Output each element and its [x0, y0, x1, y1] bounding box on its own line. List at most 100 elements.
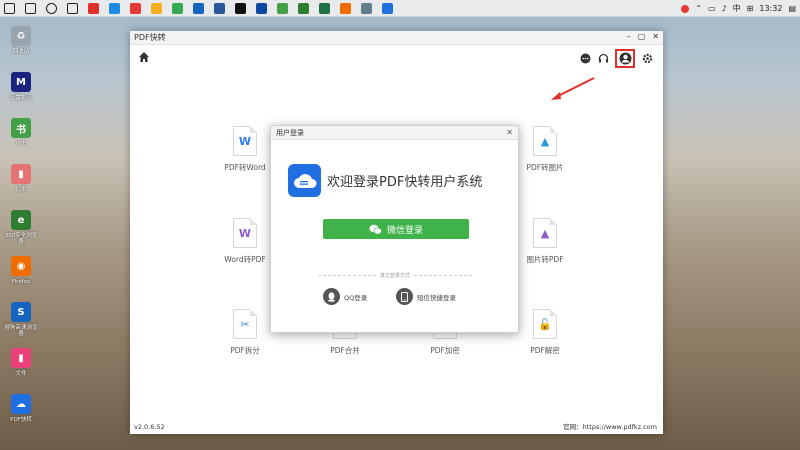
start-icon[interactable] — [4, 2, 15, 14]
desktop-icon-label: 小书 — [15, 141, 27, 147]
tool-item[interactable]: ▲ PDF转图片 — [510, 126, 580, 173]
minimize-button[interactable]: – — [627, 32, 631, 41]
document-icon: W — [233, 218, 257, 248]
tool-item[interactable]: ▲ 图片转PDF — [510, 218, 580, 265]
desktop-app-icon: ▮ — [11, 348, 31, 368]
other-login-text: 其它登录方式 — [380, 272, 411, 279]
desktop-icon[interactable]: ◉ Firefox — [4, 252, 38, 298]
app-qq-icon[interactable] — [235, 2, 246, 14]
app-toolbar — [130, 45, 663, 71]
ime-indicator[interactable]: 中 — [733, 3, 741, 14]
phone-icon — [396, 288, 413, 305]
task-view-icon[interactable] — [67, 2, 78, 14]
volume-icon[interactable]: ♪ — [722, 4, 727, 13]
tool-label: PDF转Word — [224, 163, 266, 172]
gear-icon[interactable] — [641, 53, 653, 65]
other-login-divider: 其它登录方式 — [318, 271, 473, 279]
annotation-arrow-icon — [551, 77, 595, 100]
qq-login-label: QQ登录 — [344, 293, 368, 302]
desktop-icon[interactable]: M 迅雷影音 — [4, 68, 38, 114]
sms-login-label: 短信快捷登录 — [417, 293, 456, 302]
desktop-icon-label: 记本 — [15, 187, 27, 193]
window-titlebar[interactable]: PDF快转 – ▢ ✕ — [130, 31, 663, 45]
tool-glyph: ✂ — [240, 317, 250, 331]
website-label[interactable]: 官网：https://www.pdfkz.com — [563, 421, 657, 431]
tool-glyph: W — [238, 134, 252, 148]
app-wechat-icon[interactable] — [298, 2, 309, 14]
sms-login-button[interactable]: 短信快捷登录 — [396, 288, 456, 305]
document-icon: ✂ — [233, 309, 257, 339]
desktop-icon-label: 360安全浏览器 — [4, 233, 38, 246]
tool-label: 图片转PDF — [526, 255, 564, 264]
wechat-login-button[interactable]: 微信登录 — [323, 219, 469, 239]
desktop-app-icon: ☁ — [11, 394, 31, 414]
app-blue-icon[interactable] — [193, 2, 204, 14]
app-orange-icon[interactable] — [340, 2, 351, 14]
cloud-logo-icon — [288, 164, 321, 197]
user-icon — [619, 52, 631, 65]
tool-glyph: W — [238, 226, 252, 240]
network-icon[interactable]: ▭ — [708, 4, 716, 13]
desktop-app-icon: ▮ — [11, 164, 31, 184]
login-dialog: 用户登录 ✕ 欢迎登录PDF快转用户系统 微信登录 其它登录方式 QQ登录 短信… — [270, 125, 519, 333]
desktop-icon[interactable]: ♻ 回收站 — [4, 22, 38, 68]
desktop-icon-label: 回收站 — [12, 49, 30, 55]
app-green-icon[interactable] — [277, 2, 288, 14]
chat-icon[interactable] — [579, 53, 591, 65]
headset-icon[interactable] — [597, 53, 609, 65]
app-chrome-icon[interactable] — [172, 2, 183, 14]
app-word-icon[interactable] — [214, 2, 225, 14]
app-gray-icon[interactable] — [361, 2, 372, 14]
dialog-titlebar[interactable]: 用户登录 ✕ — [271, 126, 518, 140]
desktop-icon[interactable]: ☁ PDF快转 — [4, 390, 38, 436]
qq-login-button[interactable]: QQ登录 — [323, 288, 367, 305]
desktop-icon[interactable]: e 360安全浏览器 — [4, 206, 38, 252]
tool-glyph: ▲ — [540, 134, 550, 148]
desktop-icon-label: 迅雷影音 — [9, 95, 32, 101]
app-pdf-icon[interactable] — [382, 2, 393, 14]
ime-settings-icon[interactable]: ⊞ — [747, 4, 754, 13]
desktop-icon[interactable]: 书小书 — [4, 114, 38, 160]
brand-block: 欢迎登录PDF快转用户系统 — [288, 164, 482, 197]
version-label: v2.0.6.52 — [134, 423, 165, 431]
wechat-icon — [369, 224, 382, 235]
app-excel-icon[interactable] — [319, 2, 330, 14]
action-center-icon[interactable]: ▤ — [788, 4, 796, 13]
notification-icon[interactable] — [681, 4, 690, 13]
welcome-text: 欢迎登录PDF快转用户系统 — [327, 175, 483, 190]
up-arrow-icon[interactable]: ⌃ — [695, 4, 702, 13]
dialog-title: 用户登录 — [276, 128, 304, 137]
app-red2-icon[interactable] — [130, 2, 141, 14]
clock[interactable]: 13:32 — [759, 4, 782, 13]
user-account-button[interactable] — [615, 49, 635, 68]
desktop-icon[interactable]: ▮ 文件 — [4, 344, 38, 390]
tool-label: PDF加密 — [430, 346, 460, 355]
system-tray: ⌃ ▭ ♪ 中 ⊞ 13:32 ▤ — [681, 0, 796, 17]
app-red-icon[interactable] — [88, 2, 99, 14]
document-icon: ▲ — [533, 126, 557, 156]
document-icon: ▲ — [533, 218, 557, 248]
tool-label: PDF拆分 — [230, 346, 260, 355]
wechat-login-label: 微信登录 — [386, 225, 423, 236]
desktop-icon[interactable]: S 搜狗高速浏览器 — [4, 298, 38, 344]
cortana-icon[interactable] — [46, 2, 57, 14]
desktop-app-icon: ◉ — [11, 256, 31, 276]
tool-label: PDF转图片 — [526, 163, 564, 172]
app-browser-icon[interactable] — [109, 2, 120, 14]
home-icon[interactable] — [138, 51, 150, 63]
tool-label: PDF合并 — [330, 346, 360, 355]
tool-item[interactable]: 🔓 PDF解密 — [510, 309, 580, 356]
desktop-app-icon: 书 — [11, 118, 31, 138]
maximize-button[interactable]: ▢ — [638, 32, 646, 41]
app-term-icon[interactable] — [256, 2, 267, 14]
window-title: PDF快转 — [134, 33, 166, 42]
desktop-icon-label: 搜狗高速浏览器 — [4, 325, 38, 338]
tool-label: PDF解密 — [530, 346, 560, 355]
search-icon[interactable] — [25, 2, 36, 14]
close-button[interactable]: ✕ — [652, 32, 659, 41]
desktop-app-icon: e — [11, 210, 31, 230]
desktop-icon[interactable]: ▮ 记本 — [4, 160, 38, 206]
desktop-icon-label: Firefox — [11, 279, 31, 285]
app-files-icon[interactable] — [151, 2, 162, 14]
dialog-close-button[interactable]: ✕ — [506, 128, 513, 137]
